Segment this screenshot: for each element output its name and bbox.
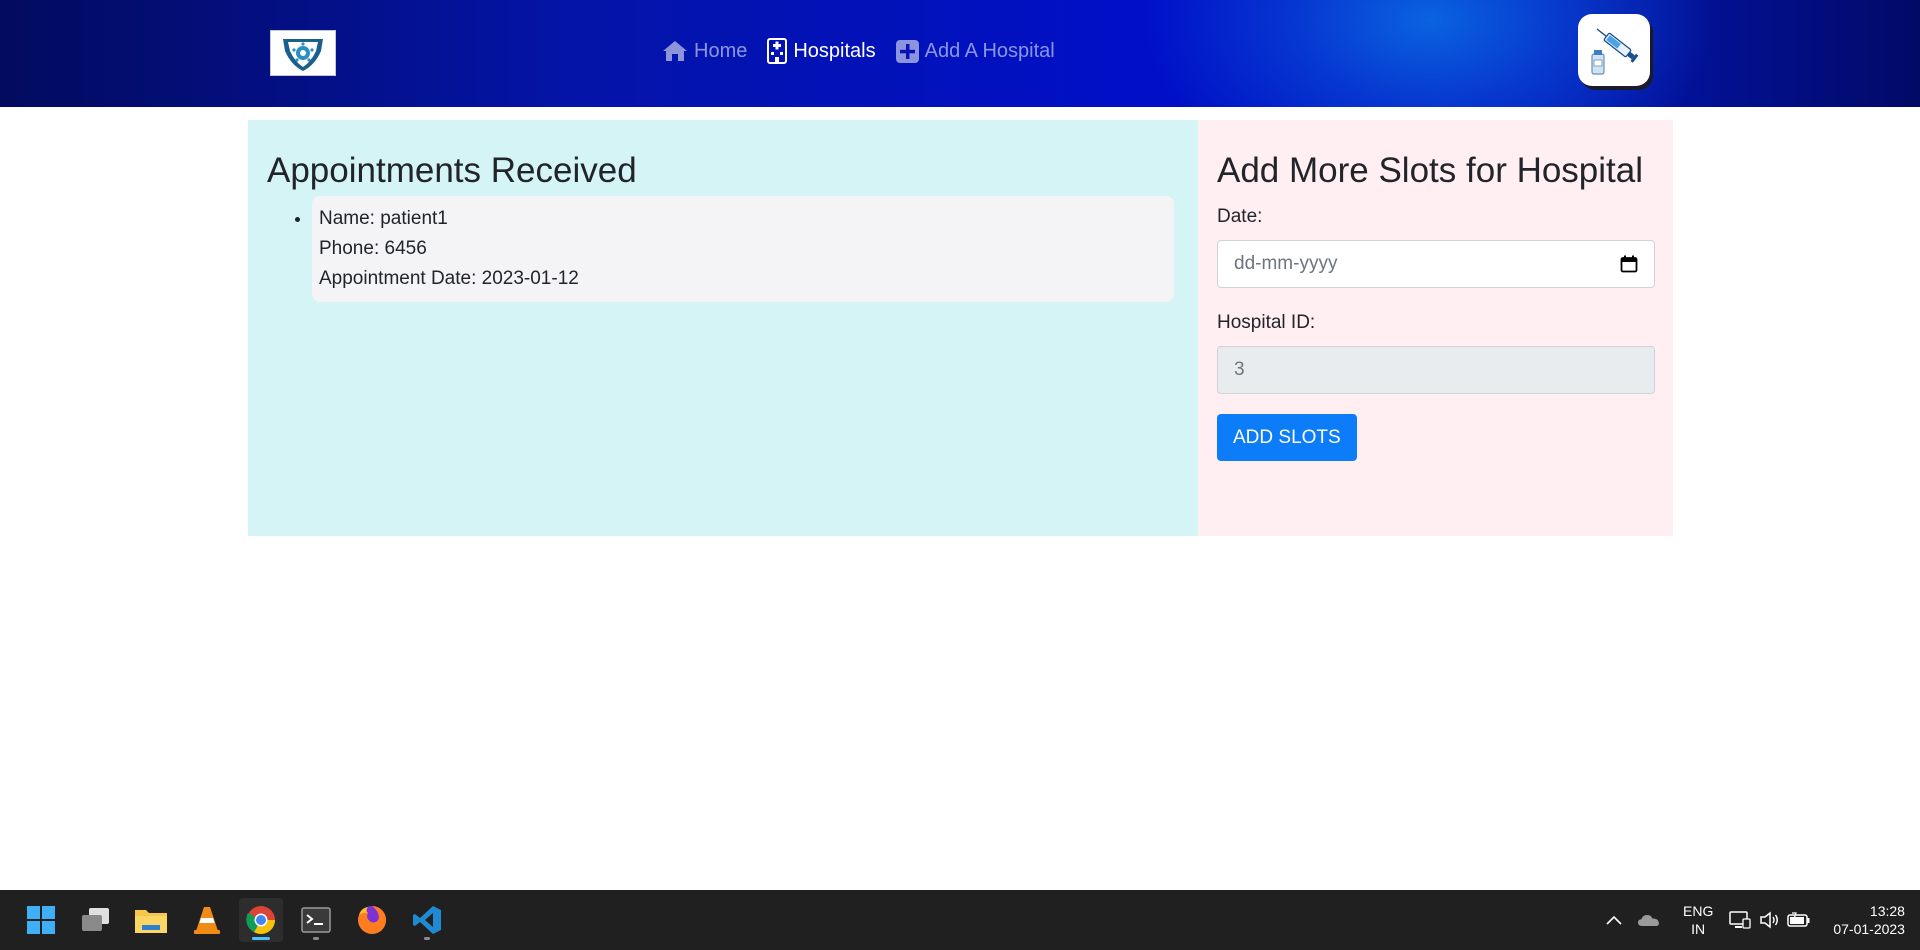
add-slots-title: Add More Slots for Hospital — [1217, 151, 1644, 190]
nav-hospitals-label: Hospitals — [793, 39, 876, 62]
region-code: IN — [1691, 921, 1706, 937]
nav-home-label: Home — [694, 39, 748, 62]
system-tray: ENG IN 13:28 07-01-2023 — [1605, 890, 1905, 950]
language-code: ENG — [1683, 903, 1714, 919]
main-content: Appointments Received Name: patient1 Pho… — [248, 120, 1673, 536]
syringe-vaccine-icon — [1591, 28, 1639, 75]
hospital-id-label: Hospital ID: — [1217, 312, 1316, 333]
vscode-icon[interactable] — [405, 898, 449, 942]
battery-icon[interactable] — [1787, 912, 1811, 928]
windows-taskbar: ENG IN 13:28 07-01-2023 — [0, 890, 1920, 950]
vlc-icon[interactable] — [185, 898, 229, 942]
task-view-icon[interactable] — [74, 898, 118, 942]
firefox-icon[interactable] — [350, 898, 394, 942]
windows-start-icon[interactable] — [19, 898, 63, 942]
add-slots-panel: Add More Slots for Hospital Date: dd-mm-… — [1198, 120, 1673, 536]
hospital-icon — [767, 38, 788, 64]
hospital-id-value: 3 — [1234, 359, 1245, 380]
brand-logo[interactable] — [270, 30, 336, 76]
volume-icon[interactable] — [1759, 910, 1781, 930]
nav-add-hospital-link[interactable]: Add A Hospital — [895, 39, 1055, 63]
terminal-icon[interactable] — [294, 898, 338, 942]
nav-add-hospital-label: Add A Hospital — [924, 39, 1055, 62]
date-label: Date: — [1217, 206, 1263, 227]
chevron-up-icon[interactable] — [1605, 914, 1623, 926]
date-placeholder: dd-mm-yyyy — [1234, 253, 1338, 274]
appointments-list: Name: patient1 Phone: 6456 Appointment D… — [267, 196, 1179, 302]
network-icon[interactable] — [1729, 910, 1751, 930]
clock[interactable]: 13:28 07-01-2023 — [1833, 902, 1905, 938]
appointments-title: Appointments Received — [267, 151, 637, 190]
appointment-name: Name: patient1 — [319, 208, 448, 229]
hospital-id-field: 3 — [1217, 346, 1655, 394]
list-item: Name: patient1 Phone: 6456 Appointment D… — [312, 196, 1179, 302]
clock-time: 13:28 — [1869, 903, 1905, 919]
nav-hospitals-link[interactable]: Hospitals — [767, 38, 876, 64]
appointment-date: Appointment Date: 2023-01-12 — [319, 268, 579, 289]
appointment-phone: Phone: 6456 — [319, 238, 427, 259]
chrome-icon[interactable] — [239, 898, 283, 942]
top-navbar: Home Hospitals Add A Hospital — [0, 0, 1920, 107]
appointments-panel: Appointments Received Name: patient1 Pho… — [248, 120, 1198, 536]
language-indicator[interactable]: ENG IN — [1683, 902, 1713, 938]
shield-logo-icon — [283, 39, 323, 71]
nav-home-link[interactable]: Home — [662, 40, 747, 63]
plus-square-icon — [895, 39, 919, 63]
nav-links: Home Hospitals Add A Hospital — [662, 38, 1055, 64]
home-icon — [663, 41, 687, 61]
onedrive-cloud-icon[interactable] — [1637, 913, 1661, 927]
calendar-icon[interactable] — [1620, 255, 1638, 273]
vaccine-logo-button[interactable] — [1578, 14, 1650, 86]
add-slots-button[interactable]: ADD SLOTS — [1217, 414, 1357, 461]
clock-date: 07-01-2023 — [1833, 921, 1905, 937]
date-input[interactable]: dd-mm-yyyy — [1217, 240, 1655, 288]
appointment-card: Name: patient1 Phone: 6456 Appointment D… — [312, 196, 1174, 302]
file-explorer-icon[interactable] — [129, 898, 173, 942]
